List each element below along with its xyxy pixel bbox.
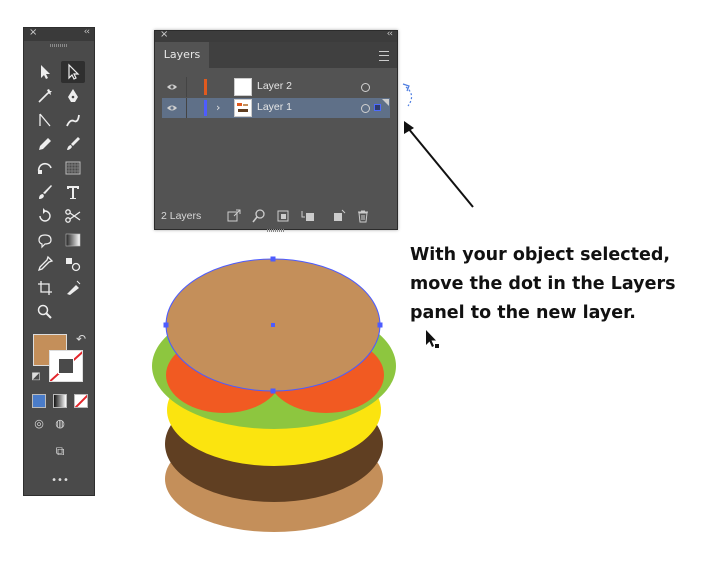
anchor-point[interactable]	[377, 322, 383, 328]
center-point	[271, 323, 275, 327]
pointer-arrow	[407, 127, 474, 208]
anchor-point[interactable]	[270, 256, 276, 262]
anchor-point[interactable]	[270, 388, 276, 394]
mouse-cursor-icon	[426, 330, 436, 347]
anchor-point[interactable]	[163, 322, 169, 328]
cursor-move-square	[435, 344, 439, 348]
instruction-text: With your object selected, move the dot …	[410, 245, 676, 323]
